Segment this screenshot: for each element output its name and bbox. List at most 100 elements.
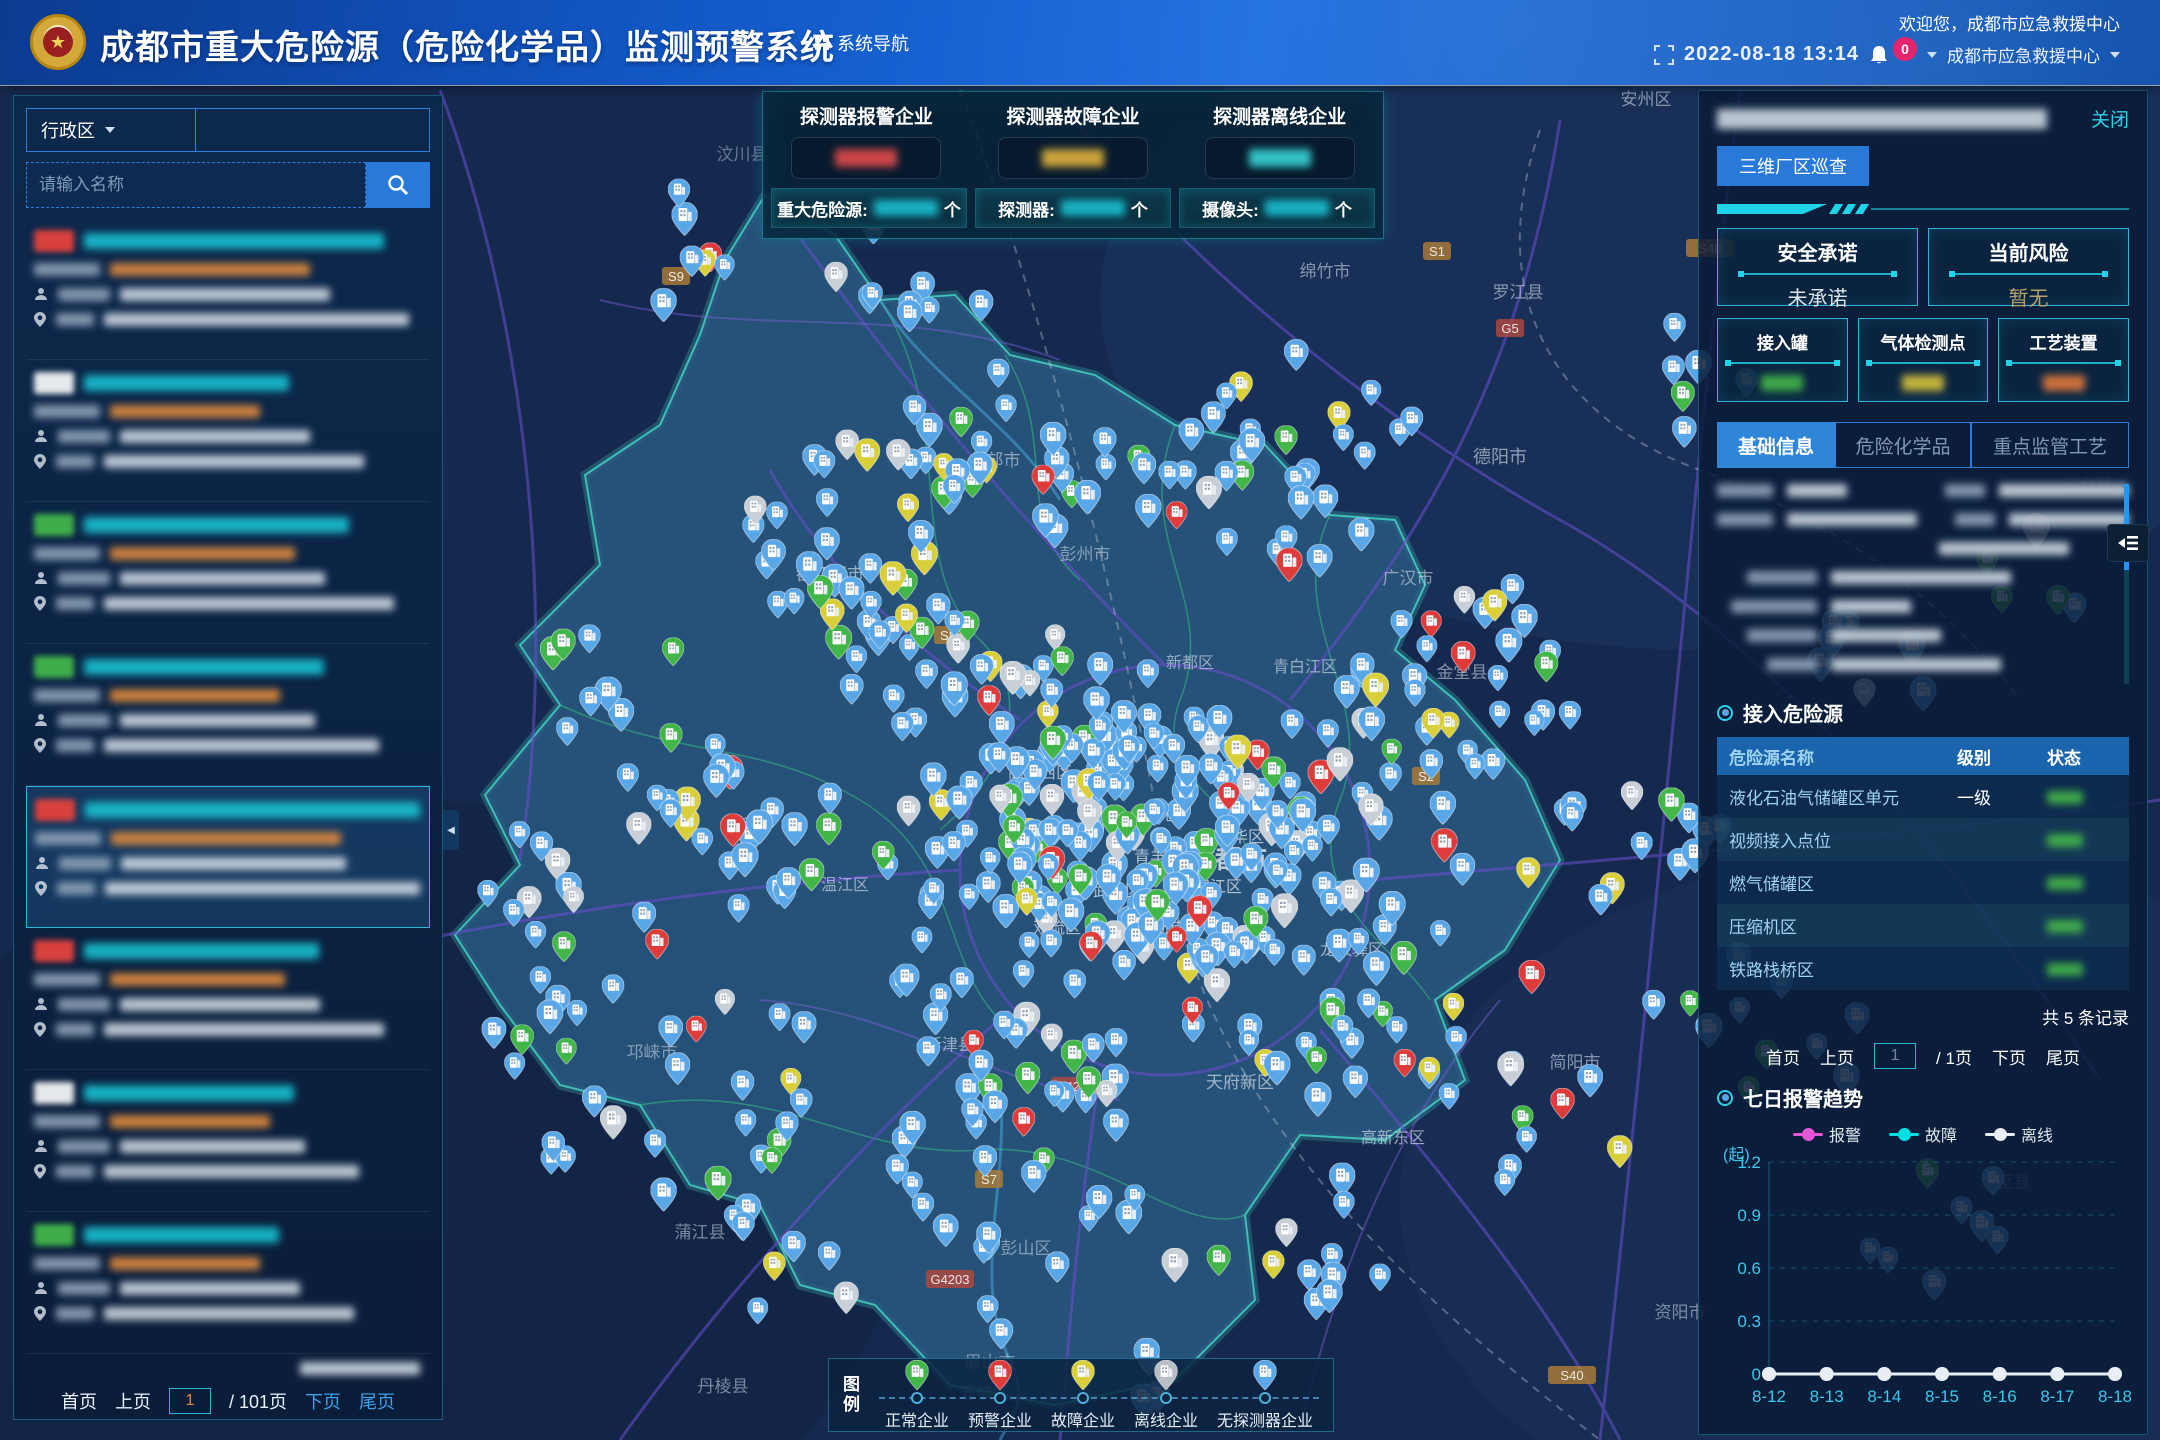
hazard-table: 危险源名称 级别 状态 液化石油气储罐区单元一级视频接入点位燃气储罐区压缩机区铁…	[1717, 737, 2129, 990]
legend-title: 图例	[843, 1375, 873, 1415]
company-detail-panel: 关闭 三维厂区巡查 安全承诺 未承诺 当前风险 暂无 接入罐气体检测点工艺装置 …	[1698, 90, 2148, 1435]
hazard-table-row[interactable]: 铁路栈桥区	[1717, 947, 2129, 990]
trend-section-header: 七日报警趋势	[1717, 1083, 2129, 1112]
company-list-item[interactable]	[26, 786, 430, 928]
map-label: 丹棱县	[698, 1377, 749, 1396]
page-prev[interactable]: 上页	[1820, 1044, 1854, 1069]
search-icon	[386, 173, 410, 197]
person-icon	[34, 429, 48, 443]
trend-chart: (起)00.30.60.91.28-128-138-148-158-168-17…	[1717, 1146, 2131, 1414]
company-list-item[interactable]	[26, 644, 430, 786]
safety-promise-box: 安全承诺 未承诺	[1717, 228, 1918, 306]
person-icon	[34, 997, 48, 1011]
bell-icon[interactable]	[1869, 44, 1889, 66]
svg-text:8-13: 8-13	[1810, 1387, 1844, 1406]
promise-label: 安全承诺	[1718, 237, 1917, 266]
tab-0[interactable]: 基础信息	[1717, 422, 1835, 468]
current-risk-box: 当前风险 暂无	[1928, 228, 2129, 306]
pin-icon	[1253, 1360, 1277, 1390]
hazard-table-header: 危险源名称 级别 状态	[1717, 737, 2129, 775]
svg-text:0.9: 0.9	[1737, 1206, 1761, 1225]
hazard-table-row[interactable]: 液化石油气储罐区单元一级	[1717, 775, 2129, 818]
page-next[interactable]: 下页	[1992, 1044, 2026, 1069]
app-screen: S9S1G5S8S2S40S7G4202G4203S40 汶川县安州区绵竹市罗江…	[0, 0, 2160, 1440]
map-label: 彭山区	[1001, 1239, 1052, 1258]
location-icon	[34, 596, 46, 611]
page-prev[interactable]: 上页	[115, 1388, 151, 1414]
page-total: / 101页	[229, 1388, 287, 1414]
page-number-input[interactable]	[1874, 1043, 1916, 1069]
fullscreen-icon[interactable]	[1654, 45, 1674, 65]
page-first[interactable]: 首页	[61, 1388, 97, 1414]
count-box-2: 工艺装置	[1998, 318, 2129, 402]
page-number-input[interactable]	[169, 1388, 211, 1414]
road-badge: G4203	[926, 1270, 974, 1288]
expand-detail-button[interactable]	[2107, 524, 2149, 562]
map-label: 广汉市	[1383, 569, 1434, 588]
location-icon	[34, 1164, 46, 1179]
legend-item: 正常企业	[885, 1360, 949, 1431]
page-total: / 1页	[1936, 1044, 1972, 1069]
search-button[interactable]	[366, 162, 430, 208]
road-badge: G5	[1496, 319, 1524, 337]
location-icon	[35, 881, 47, 896]
tab-2[interactable]: 重点监管工艺	[1971, 422, 2129, 468]
map-label: 德阳市	[1473, 447, 1527, 467]
company-list-item[interactable]	[26, 360, 430, 502]
chevron-down-icon	[2110, 52, 2120, 58]
radio-bullet-icon	[1717, 705, 1733, 721]
hazard-table-row[interactable]: 视频接入点位	[1717, 818, 2129, 861]
tab-1[interactable]: 危险化学品	[1835, 422, 1971, 468]
company-name-blurred	[1717, 109, 2047, 129]
map-label: 彭州市	[1060, 545, 1111, 564]
road-badge: S1	[1423, 242, 1451, 260]
map-label: 青白江区	[1273, 658, 1337, 676]
hazard-table-row[interactable]: 燃气储罐区	[1717, 861, 2129, 904]
company-list-item[interactable]	[26, 928, 430, 1070]
grid-icon	[815, 36, 829, 50]
location-icon	[34, 312, 46, 327]
company-list-item[interactable]	[26, 502, 430, 644]
stat-box-2: 探测器离线企业	[1176, 92, 1383, 188]
stat-box-1: 探测器故障企业	[970, 92, 1177, 188]
page-last[interactable]: 尾页	[2046, 1044, 2080, 1069]
sidebar-collapse-toggle[interactable]: ◀	[443, 810, 459, 850]
map-label: 安州区	[1621, 90, 1672, 109]
page-first[interactable]: 首页	[1766, 1044, 1800, 1069]
svg-text:8-18: 8-18	[2098, 1387, 2131, 1406]
location-icon	[34, 738, 46, 753]
3d-patrol-button[interactable]: 三维厂区巡查	[1717, 146, 1869, 186]
region-filter-dropdown[interactable]: 行政区	[26, 108, 196, 152]
location-icon	[34, 1022, 46, 1037]
chart-legend-item[interactable]: 故障	[1889, 1122, 1957, 1146]
counter-box-1: 探测器:个	[975, 188, 1171, 228]
pin-icon	[1154, 1360, 1178, 1390]
nav-system-menu[interactable]: 系统导航	[815, 30, 909, 56]
chart-legend-item[interactable]: 离线	[1985, 1122, 2053, 1146]
promise-value: 未承诺	[1718, 282, 1917, 311]
legend-item: 离线企业	[1134, 1360, 1198, 1431]
close-button[interactable]: 关闭	[2091, 105, 2129, 132]
indent-list-icon	[2116, 533, 2140, 553]
datetime: 2022-08-18 13:14	[1684, 43, 1859, 66]
search-input[interactable]	[26, 162, 366, 208]
company-list-item[interactable]	[26, 218, 430, 360]
org-dropdown[interactable]: 成都市应急救援中心	[1947, 42, 2100, 67]
company-list-item[interactable]	[26, 1212, 430, 1354]
basic-info-section	[1717, 484, 2129, 684]
chevron-down-icon	[105, 127, 115, 133]
svg-text:G5: G5	[1501, 321, 1518, 336]
svg-text:8-12: 8-12	[1752, 1387, 1786, 1406]
road-badge: S40	[1548, 1366, 1596, 1384]
location-icon	[34, 454, 46, 469]
hazard-table-row[interactable]: 压缩机区	[1717, 904, 2129, 947]
page-last[interactable]: 尾页	[359, 1388, 395, 1414]
welcome-text: 欢迎您，成都市应急救援中心	[1899, 10, 2120, 35]
region-filter-input[interactable]	[196, 108, 430, 152]
company-list-item[interactable]	[26, 1070, 430, 1212]
svg-text:8-15: 8-15	[1925, 1387, 1959, 1406]
svg-text:8-14: 8-14	[1867, 1387, 1901, 1406]
page-next[interactable]: 下页	[305, 1388, 341, 1414]
svg-text:1.2: 1.2	[1737, 1153, 1761, 1172]
chart-legend-item[interactable]: 报警	[1793, 1122, 1861, 1146]
